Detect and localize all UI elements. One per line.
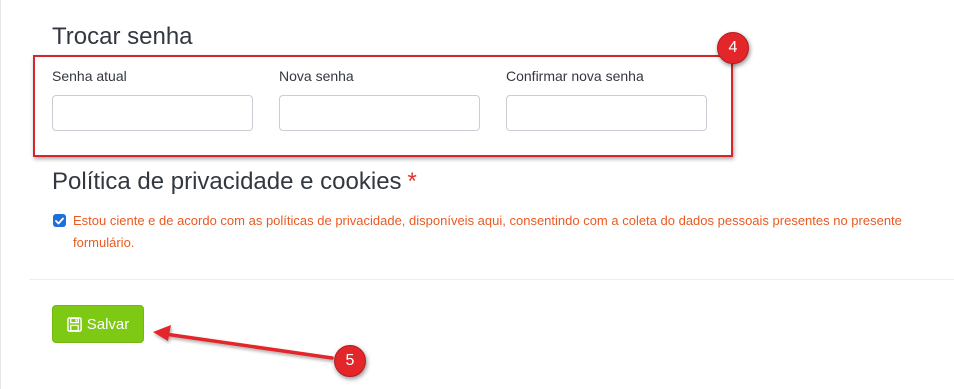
privacy-title-text: Política de privacidade e cookies	[52, 168, 402, 195]
required-mark: *	[407, 168, 417, 195]
consent-text: Estou ciente e de acordo com as política…	[73, 213, 902, 250]
save-button-label: Salvar	[86, 315, 130, 333]
password-fields-highlight	[33, 55, 733, 157]
save-button[interactable]: Salvar	[52, 305, 144, 343]
privacy-title: Política de privacidade e cookies *	[52, 168, 417, 196]
check-icon	[55, 217, 64, 224]
change-password-title: Trocar senha	[52, 23, 193, 50]
settings-card: Trocar senha Senha atual Nova senha Conf…	[0, 0, 954, 389]
divider	[29, 279, 954, 280]
annotation-badge-5: 5	[334, 345, 366, 377]
consent-checkbox[interactable]	[53, 214, 66, 227]
annotation-badge-4: 4	[717, 32, 749, 64]
floppy-disk-icon	[66, 316, 82, 332]
